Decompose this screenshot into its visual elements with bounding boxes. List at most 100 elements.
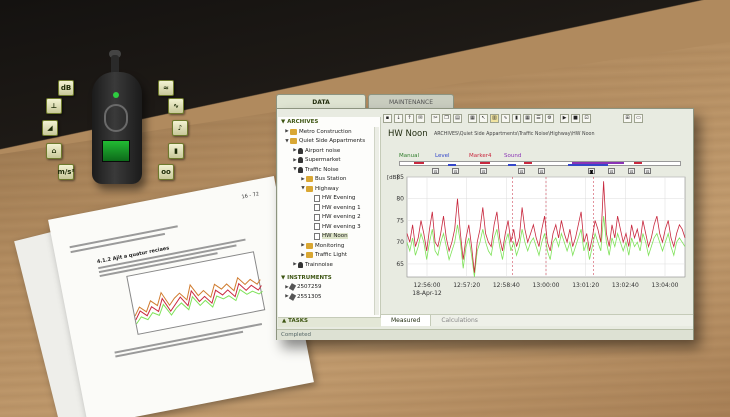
tab-maintenance[interactable]: MAINTENANCE (368, 94, 454, 109)
y-tick-label: 70 (396, 239, 404, 246)
profile-chart-svg[interactable]: 6570758085[dB]12:56:00 12:57:20 12:58:40 13… (383, 171, 691, 309)
waveform-app-icon: ∿ (168, 98, 184, 114)
marker-bar[interactable] (572, 162, 624, 164)
cursor-icon[interactable]: ↖ (479, 113, 488, 123)
tree-item[interactable]: ▶ Metro Construction (278, 127, 380, 137)
copy-icon[interactable]: ❐ (442, 113, 451, 123)
folder-icon (306, 242, 313, 249)
table-icon[interactable]: ▦ (523, 113, 532, 123)
profile-icon[interactable]: ∿ (501, 113, 510, 123)
tree-item-label: Quiet Side Appartments (299, 138, 366, 145)
instrument-icon (288, 283, 297, 292)
file-icon (314, 223, 320, 231)
instrument-item[interactable]: ▶ 2507259 (278, 283, 380, 293)
tree-item[interactable]: ▼ Quiet Side Appartments (278, 137, 380, 147)
folder-icon (290, 138, 297, 145)
archive-tree: ▶ Metro Construction ▼ Quiet Side Appartmen… (278, 127, 380, 270)
import-icon[interactable]: ↓ (394, 113, 403, 123)
marker-manual-label[interactable]: Manual (399, 153, 419, 159)
marker-bar[interactable] (448, 164, 456, 166)
instruments-header[interactable]: ▼ INSTRUMENTS (278, 273, 380, 283)
instrument-item[interactable]: ▶ 2551305 (278, 292, 380, 302)
tree-item[interactable]: ▼ Traffic Noise (278, 165, 380, 175)
marker-bar[interactable] (568, 164, 608, 166)
marker-level-label[interactable]: Level (435, 153, 450, 159)
marker-bar[interactable] (508, 164, 516, 166)
marker-sound-label[interactable]: Sound (504, 153, 521, 159)
window-icon[interactable]: ▭ (634, 113, 643, 123)
marker-bar[interactable] (524, 162, 532, 164)
mail-icon[interactable]: ✉ (416, 113, 425, 123)
archive-tree-panel: ▼ ARCHIVES ▶ Metro Construction ▼ Quiet Sid… (278, 117, 381, 325)
export-icon[interactable]: ↑ (405, 113, 414, 123)
folder-icon (306, 252, 313, 259)
vibration-app-icon: m/s² (57, 164, 75, 180)
x-tick-label: 12:56:00 (414, 282, 441, 289)
tab-calculations[interactable]: Calculations (431, 315, 488, 326)
folder-icon (306, 176, 313, 183)
stop-icon[interactable]: ■ (571, 113, 580, 123)
tree-item[interactable]: HW evening 3 (278, 222, 380, 232)
bottom-tab-bar: Measured Calculations (381, 314, 693, 326)
main-toolbar: ▪ ↓ ↑ ✉ ✂ ❐ ▤ ▦ ↖ ▥ ∿ ▮ ▦ ☰ ⚙ ▶ ■ ⊡ ⊞ ▭ (383, 112, 692, 124)
file-icon (314, 204, 320, 212)
chart-view-icon[interactable]: ▥ (490, 113, 499, 123)
tree-scrollbar[interactable] (374, 127, 379, 315)
file-icon (314, 232, 320, 240)
marker-bar[interactable] (480, 162, 490, 164)
marker-bar[interactable] (634, 162, 642, 164)
y-tick-label: 75 (396, 217, 404, 224)
tree-item-label: Highway (315, 185, 339, 192)
tree-item[interactable]: HW Noon (278, 232, 380, 242)
tree-item[interactable]: HW evening 1 (278, 203, 380, 213)
tree-item[interactable]: HW Evening (278, 194, 380, 204)
tree-item-label: Trainnoise (305, 261, 333, 268)
building-app-icon: ⌂ (46, 143, 62, 159)
file-icon (314, 194, 320, 202)
window-tabs: DATA MAINTENANCE (276, 94, 466, 109)
page-title: HW Noon (388, 129, 428, 139)
x-tick-label: 13:04:00 (652, 282, 679, 289)
sound-app-icon: ◢ (42, 120, 58, 136)
tab-measured[interactable]: Measured (381, 315, 432, 326)
profile-chart[interactable]: 65 70 75 80 85 [dB] 12:56:00 12:57:20 12:58:40 13… (383, 171, 691, 309)
x-tick-label: 13:00:00 (533, 282, 560, 289)
person-icon (298, 147, 303, 154)
y-tick-label: 65 (396, 261, 404, 268)
document-page-number: 16 - 72 (241, 191, 260, 201)
new-icon[interactable]: ▪ (383, 113, 392, 123)
tree-item[interactable]: ▶ Airport noise (278, 146, 380, 156)
tree-item[interactable]: ▶ Supermarket (278, 156, 380, 166)
tasks-bar[interactable]: ▲ TASKS (278, 317, 381, 327)
breadcrumb: ARCHIVES\Quiet Side Appartments\Traffic … (434, 132, 595, 137)
tree-item[interactable]: ▶ Monitoring (278, 241, 380, 251)
tree-item[interactable]: ▶ Bus Station (278, 175, 380, 185)
marker-bar[interactable] (414, 162, 424, 164)
spectrum-icon[interactable]: ▮ (512, 113, 521, 123)
paste-icon[interactable]: ▤ (453, 113, 462, 123)
tree-item-label: HW Evening (322, 195, 356, 202)
tree-item[interactable]: ▶ Traffic Light (278, 251, 380, 261)
tree-item[interactable]: ▼ Highway (278, 184, 380, 194)
record-icon[interactable]: ⊡ (582, 113, 591, 123)
tripod-app-icon: ⊥ (46, 98, 62, 114)
marker-track[interactable] (399, 161, 681, 166)
tab-data[interactable]: DATA (276, 94, 366, 109)
tree-item-label: HW evening 3 (322, 223, 361, 230)
settings-icon[interactable]: ⚙ (545, 113, 554, 123)
report-icon[interactable]: ▦ (468, 113, 477, 123)
person-icon (298, 166, 303, 173)
y-axis-label: [dB] (387, 175, 399, 181)
tree-item[interactable]: HW evening 2 (278, 213, 380, 223)
layout-icon[interactable]: ⊞ (623, 113, 632, 123)
status-bar: Completed (277, 329, 693, 340)
tree-item[interactable]: ▶ Trainnoise (278, 260, 380, 270)
marker-marker4-label[interactable]: Marker4 (469, 153, 492, 159)
folder-icon (290, 128, 297, 135)
cut-icon[interactable]: ✂ (431, 113, 440, 123)
tree-item-label: HW evening 2 (322, 214, 361, 221)
play-icon[interactable]: ▶ (560, 113, 569, 123)
list-icon[interactable]: ☰ (534, 113, 543, 123)
archives-header[interactable]: ▼ ARCHIVES (278, 117, 380, 127)
tree-item-label: Supermarket (305, 157, 341, 164)
